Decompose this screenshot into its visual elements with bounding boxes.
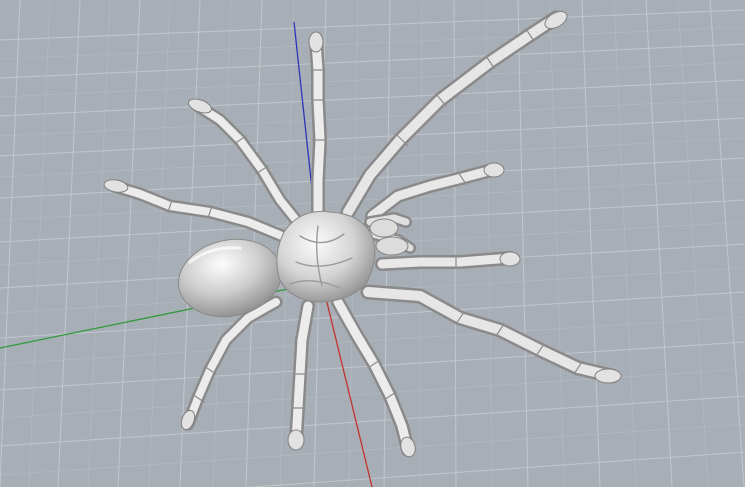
spider-model[interactable] [103,8,622,459]
viewport-canvas[interactable] [0,0,745,487]
spider-cephalothorax[interactable] [276,210,376,303]
perspective-viewport[interactable] [0,0,745,487]
